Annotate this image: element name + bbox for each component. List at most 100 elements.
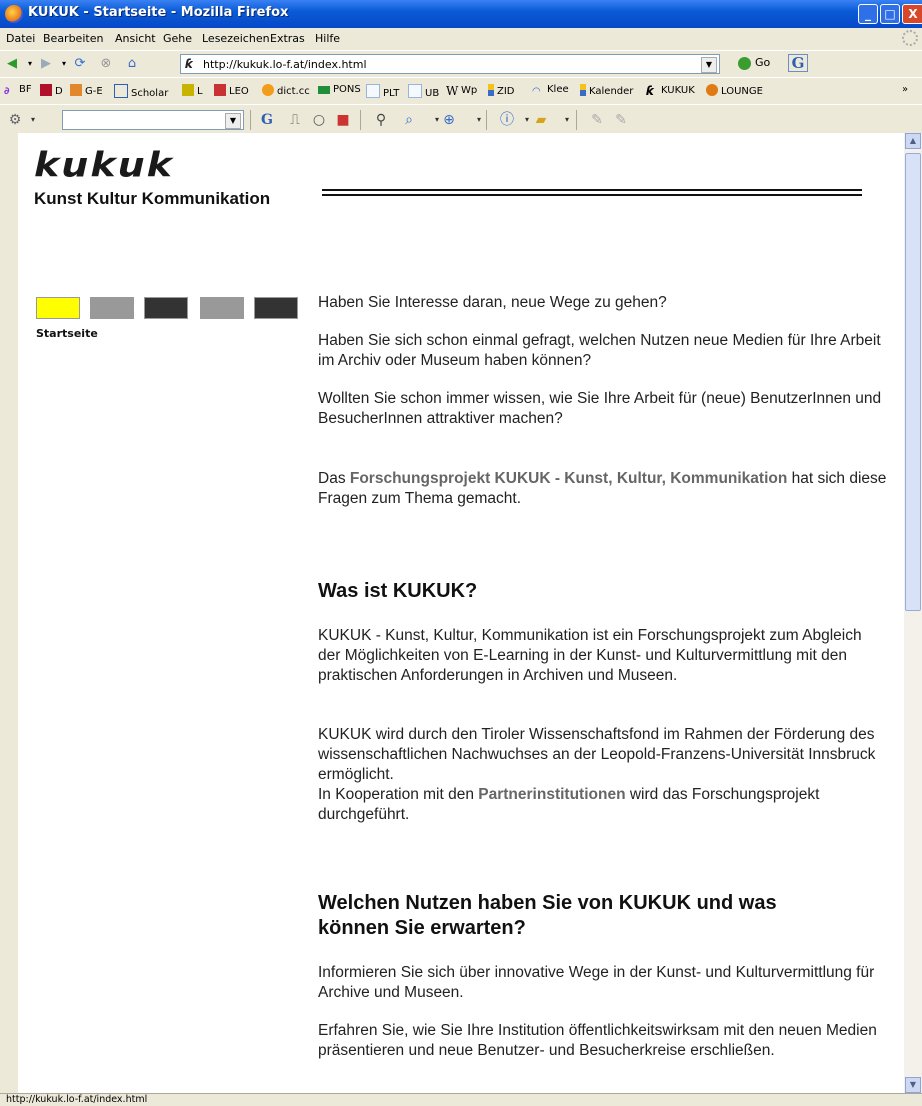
de-icon bbox=[70, 84, 82, 96]
bookmark-ub[interactable]: UB bbox=[408, 84, 439, 99]
bookmark-label: UB bbox=[425, 88, 440, 99]
bookmark-bf[interactable]: ∂ BF bbox=[4, 84, 32, 98]
go-button[interactable]: Go bbox=[738, 56, 770, 70]
menu-gehe[interactable]: Gehe bbox=[163, 32, 192, 45]
google-search-icon[interactable]: G bbox=[788, 54, 808, 72]
bookmark-wp[interactable]: W Wp bbox=[446, 84, 478, 98]
text: In Kooperation mit den bbox=[318, 786, 479, 803]
bookmark-g-e[interactable]: G-E bbox=[70, 84, 103, 97]
translate-icon[interactable]: ⎍ bbox=[286, 111, 304, 129]
bookmark-kukuk[interactable]: ƙ KUKUK bbox=[646, 84, 695, 98]
menu-lesezeichen[interactable]: Lesezeichen bbox=[202, 32, 270, 45]
pons-icon bbox=[318, 86, 330, 94]
bookmark-pons[interactable]: PONS bbox=[318, 84, 361, 95]
paragraph-was-ist: KUKUK - Kunst, Kultur, Kommunikation ist… bbox=[318, 627, 862, 684]
search-engine-icon[interactable]: ⚙ bbox=[6, 111, 24, 129]
highlighter-icon[interactable]: ✎ bbox=[588, 111, 606, 129]
menu-bearbeiten[interactable]: Bearbeiten bbox=[43, 32, 103, 45]
binoculars-icon[interactable]: ⚲ bbox=[372, 111, 390, 129]
nav-box-4[interactable] bbox=[200, 297, 244, 319]
forward-dropdown-icon[interactable]: ▾ bbox=[56, 56, 72, 72]
bookmark-label: dict.cc bbox=[277, 86, 310, 97]
search-dropdown-icon[interactable]: ▼ bbox=[225, 113, 241, 129]
bookmark-kalender[interactable]: Kalender bbox=[580, 84, 633, 97]
vertical-scrollbar[interactable]: ▲ ▼ bbox=[904, 133, 922, 1093]
url-input[interactable]: http://kukuk.lo-f.at/index.html bbox=[203, 58, 367, 71]
home-icon[interactable]: ⌂ bbox=[124, 56, 140, 72]
bookmark-lounge[interactable]: LOUNGE bbox=[706, 84, 763, 97]
extension-toolbar: ⚙ ▾ ▼ G ⎍ ○ ■ ⚲ ⌕ ▾ ⊕ ▾ ⓘ ▾ ▰ ▾ ✎ ✎ bbox=[0, 104, 922, 134]
back-icon[interactable]: ◀ bbox=[4, 56, 20, 72]
bookmark-dict-cc[interactable]: dict.cc bbox=[262, 84, 310, 97]
folder-icon[interactable]: ▰ bbox=[532, 111, 550, 129]
url-dropdown-icon[interactable]: ▼ bbox=[701, 57, 717, 73]
heading-nutzen: Welchen Nutzen haben Sie von KUKUK und w… bbox=[318, 892, 777, 939]
lounge-icon bbox=[706, 84, 718, 96]
minimize-button[interactable]: _ bbox=[858, 4, 878, 24]
bookmark-add-icon[interactable]: ■ bbox=[334, 111, 352, 129]
heading-was-ist-kukuk: Was ist KUKUK? bbox=[318, 580, 478, 602]
intro-question-1: Haben Sie Interesse daran, neue Wege zu … bbox=[318, 294, 667, 311]
header-rule bbox=[322, 189, 862, 196]
web-page: kukuk Kunst Kultur Kommunikation Startse… bbox=[18, 133, 904, 1093]
url-bar[interactable]: ƙ http://kukuk.lo-f.at/index.html ▼ bbox=[180, 54, 720, 74]
search-engine-dropdown-icon[interactable]: ▾ bbox=[24, 111, 42, 129]
scroll-down-icon[interactable]: ▼ bbox=[905, 1077, 921, 1093]
pen-icon[interactable]: ✎ bbox=[612, 111, 630, 129]
google-icon[interactable]: G bbox=[258, 111, 276, 129]
left-frame bbox=[0, 133, 18, 1093]
maximize-button[interactable]: □ bbox=[880, 4, 900, 24]
paragraph-foerderung: KUKUK wird durch den Tiroler Wissenschaf… bbox=[318, 726, 876, 783]
bookmark-plt[interactable]: PLT bbox=[366, 84, 399, 99]
separator bbox=[360, 110, 361, 130]
info-icon[interactable]: ⓘ bbox=[498, 111, 516, 129]
page-icon bbox=[408, 84, 422, 98]
bookmark-label: Wp bbox=[461, 85, 478, 96]
bookmark-label: D bbox=[55, 86, 63, 97]
comment-icon[interactable]: ○ bbox=[310, 111, 328, 129]
menu-hilfe[interactable]: Hilfe bbox=[315, 32, 340, 45]
bookmark-l[interactable]: L bbox=[182, 84, 203, 97]
bookmark-label: LEO bbox=[229, 86, 249, 97]
logo-tagline: Kunst Kultur Kommunikation bbox=[34, 189, 271, 208]
logo-wordmark: kukuk bbox=[34, 145, 174, 185]
reload-icon[interactable]: ⟳ bbox=[72, 56, 88, 72]
stop-icon[interactable]: ⊗ bbox=[98, 56, 114, 72]
nav-box-5[interactable] bbox=[254, 297, 298, 319]
status-bar: http://kukuk.lo-f.at/index.html bbox=[0, 1093, 922, 1106]
bookmarks-more[interactable]: » bbox=[902, 84, 908, 95]
zoom-icon[interactable]: ⊕ bbox=[440, 111, 458, 129]
scrollbar-thumb[interactable] bbox=[905, 153, 921, 611]
toolbar-search-input[interactable]: ▼ bbox=[62, 110, 244, 130]
partnerinstitutionen-link[interactable]: Partnerinstitutionen bbox=[478, 786, 625, 803]
kukuk-logo[interactable]: kukuk Kunst Kultur Kommunikation bbox=[34, 147, 270, 209]
zid-icon bbox=[488, 84, 494, 96]
close-button[interactable]: X bbox=[902, 4, 922, 24]
bookmark-leo[interactable]: LEO bbox=[214, 84, 249, 97]
search-icon[interactable]: ⌕ bbox=[400, 111, 418, 129]
go-label: Go bbox=[755, 56, 771, 69]
calendar-icon bbox=[580, 84, 586, 96]
menu-ansicht[interactable]: Ansicht bbox=[115, 32, 156, 45]
scroll-up-icon[interactable]: ▲ bbox=[905, 133, 921, 149]
bookmark-label: Scholar bbox=[131, 88, 169, 99]
bookmark-zid[interactable]: ZID bbox=[488, 84, 515, 97]
back-dropdown-icon[interactable]: ▾ bbox=[22, 56, 38, 72]
bookmark-scholar[interactable]: Scholar bbox=[114, 84, 168, 99]
forschungsprojekt-link[interactable]: Forschungsprojekt KUKUK - Kunst, Kultur,… bbox=[350, 470, 787, 487]
nav-box-startseite[interactable] bbox=[36, 297, 80, 319]
nav-box-3[interactable] bbox=[144, 297, 188, 319]
folder-dropdown-icon[interactable]: ▾ bbox=[558, 111, 576, 129]
site-favicon-icon: ƙ bbox=[185, 57, 193, 71]
bookmark-klee[interactable]: ◠ Klee bbox=[532, 84, 569, 98]
forward-icon[interactable]: ▶ bbox=[38, 56, 54, 72]
nav-label-startseite[interactable]: Startseite bbox=[36, 327, 98, 340]
bookmark-d[interactable]: D bbox=[40, 84, 63, 97]
wikipedia-icon: W bbox=[446, 84, 459, 98]
navigation-toolbar: ◀ ▾ ▶ ▾ ⟳ ⊗ ⌂ ƙ http://kukuk.lo-f.at/ind… bbox=[0, 50, 922, 77]
firefox-icon bbox=[5, 5, 23, 23]
menu-datei[interactable]: Datei bbox=[6, 32, 35, 45]
menu-extras[interactable]: Extras bbox=[270, 32, 305, 45]
intro-question-3: Wollten Sie schon immer wissen, wie Sie … bbox=[318, 390, 882, 427]
nav-box-2[interactable] bbox=[90, 297, 134, 319]
